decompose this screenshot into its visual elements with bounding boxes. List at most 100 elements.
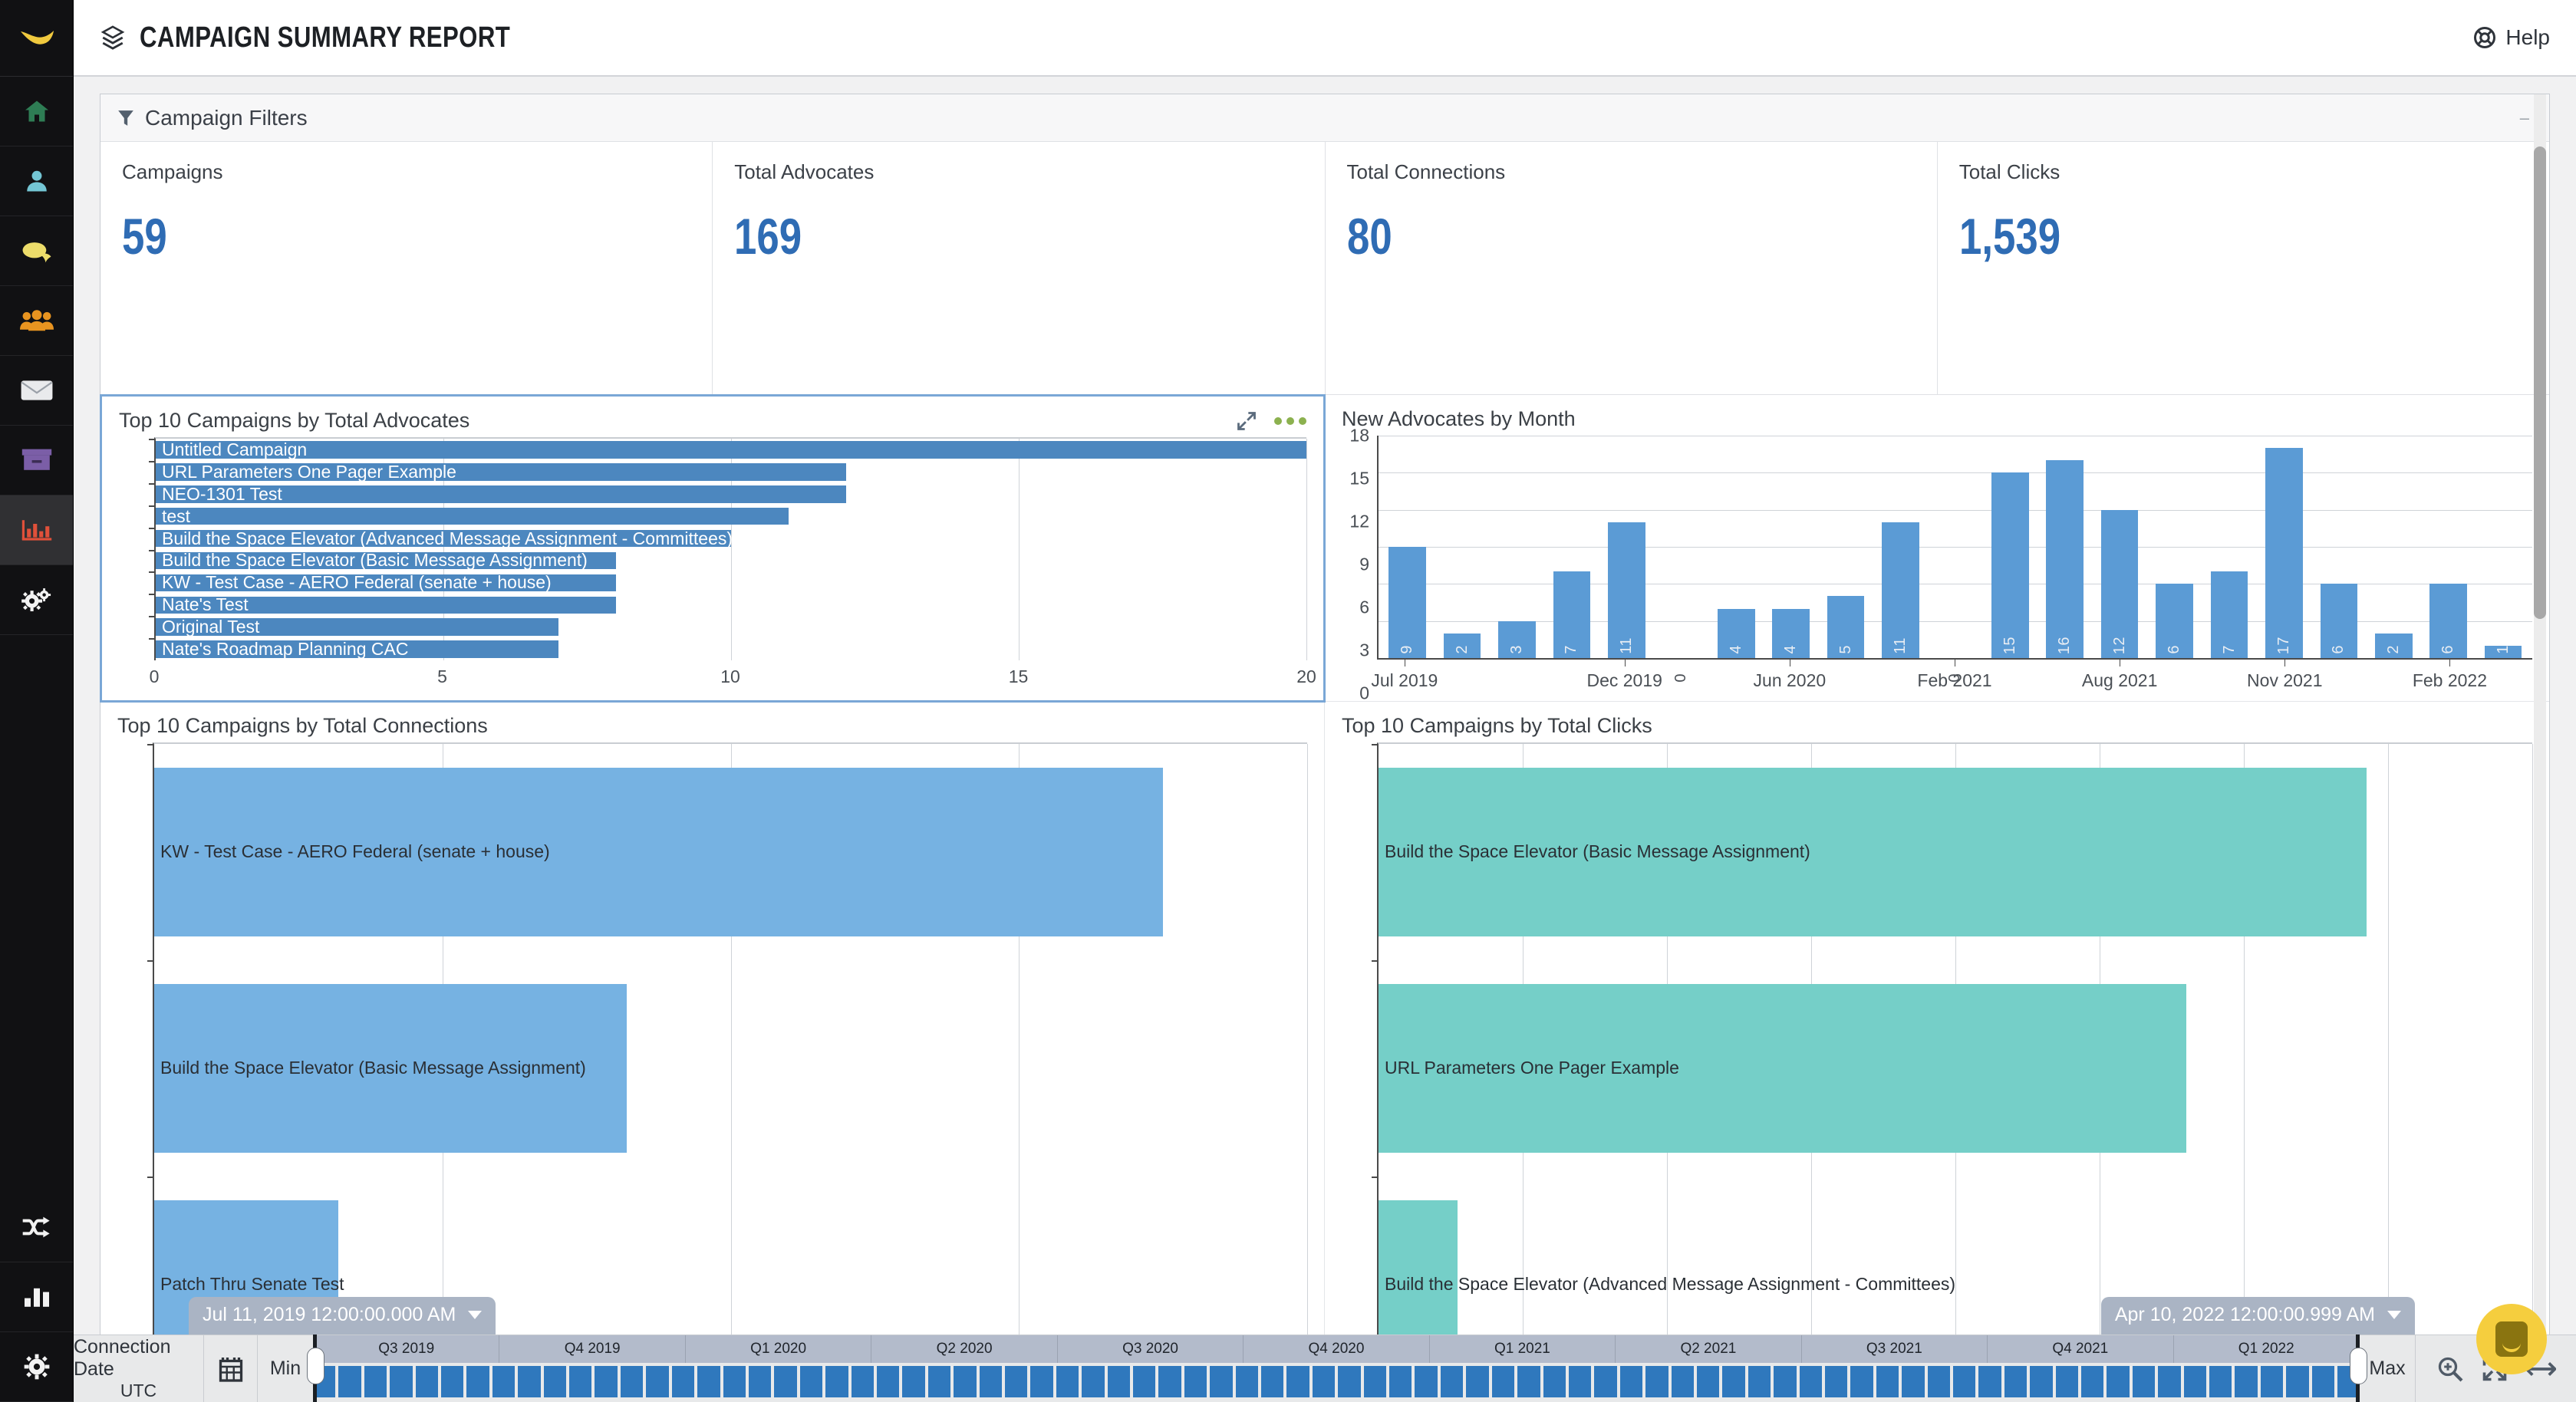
bar[interactable]: 9 [1388, 547, 1426, 658]
bar[interactable]: 16 [2046, 460, 2084, 658]
bar-row[interactable]: Build the Space Elevator (Basic Message … [1379, 744, 2532, 960]
bar[interactable]: 17 [2265, 448, 2303, 658]
bar-slot[interactable]: 2 [2367, 436, 2421, 658]
bar-slot[interactable]: 5 [1818, 436, 1873, 658]
sidebar-item-settings[interactable] [0, 1332, 73, 1402]
date-min-pill[interactable]: Jul 11, 2019 12:00:00.000 AM [189, 1297, 496, 1335]
date-slider-track[interactable]: Q3 2019Q4 2019Q1 2020Q2 2020Q3 2020Q4 20… [313, 1335, 2360, 1402]
bar[interactable]: Build the Space Elevator (Basic Message … [156, 552, 616, 570]
bar[interactable]: 1 [2485, 646, 2522, 658]
bar-slot[interactable]: 6 [2421, 436, 2476, 658]
bar-slot[interactable]: 17 [2257, 436, 2311, 658]
chat-launcher-button[interactable] [2476, 1304, 2547, 1374]
bar-row[interactable]: test [156, 505, 1306, 528]
bar[interactable]: 7 [2211, 571, 2248, 658]
bar-row[interactable]: Untitled Campaign [156, 439, 1306, 461]
sidebar-item-automation[interactable] [0, 565, 73, 635]
bar[interactable]: 11 [1608, 522, 1645, 658]
bar-slot[interactable]: 6 [2311, 436, 2366, 658]
bar[interactable]: Nate's Test [156, 597, 616, 614]
app-logo[interactable] [0, 0, 73, 77]
bar[interactable]: 2 [2375, 634, 2413, 658]
sidebar-item-reports[interactable] [0, 495, 73, 565]
bar-slot[interactable]: 6 [2147, 436, 2202, 658]
bar[interactable]: 6 [2321, 584, 2358, 658]
bar-row[interactable]: NEO-1301 Test [156, 483, 1306, 505]
bar[interactable]: 2 [1444, 634, 1481, 658]
bar[interactable]: 4 [1772, 609, 1810, 658]
bar[interactable]: 12 [2101, 510, 2139, 658]
bar-slot[interactable]: 4 [1709, 436, 1764, 658]
collapse-filters-button[interactable]: – [2520, 110, 2529, 127]
bar-slot[interactable]: 16 [2037, 436, 2092, 658]
bar-row[interactable]: Nate's Test [156, 594, 1306, 616]
bar[interactable]: 4 [1718, 609, 1755, 658]
bar[interactable]: Build the Space Elevator (Advanced Messa… [156, 530, 731, 548]
bar[interactable]: 3 [1498, 621, 1536, 658]
bar[interactable]: URL Parameters One Pager Example [156, 463, 846, 481]
campaign-filters-bar[interactable]: Campaign Filters – [100, 94, 2549, 142]
sidebar-item-analytics[interactable] [0, 1262, 73, 1332]
bar-slot[interactable]: 2 [1435, 436, 1489, 658]
vertical-scrollbar[interactable] [2534, 94, 2546, 1401]
kpi-card-campaigns[interactable]: Campaigns 59 [100, 142, 713, 394]
bar[interactable]: URL Parameters One Pager Example [1379, 984, 2186, 1153]
bar-row[interactable]: URL Parameters One Pager Example [1379, 960, 2532, 1177]
more-options-icon[interactable] [1274, 417, 1306, 425]
bar-slot[interactable]: 11 [1873, 436, 1928, 658]
panel-new-advocates-by-month[interactable]: New Advocates by Month 0369121518 923711… [1325, 395, 2549, 702]
scrollbar-thumb[interactable] [2534, 146, 2546, 619]
bar-slot[interactable]: 11 [1599, 436, 1654, 658]
sidebar-item-messages[interactable] [0, 216, 73, 286]
bar[interactable]: 11 [1882, 522, 1919, 658]
bar-slot[interactable]: 3 [1490, 436, 1544, 658]
bar[interactable]: test [156, 508, 789, 525]
sidebar-item-groups[interactable] [0, 286, 73, 356]
bar-row[interactable]: Nate's Roadmap Planning CAC [156, 638, 1306, 660]
sidebar-item-mail[interactable] [0, 356, 73, 426]
chevron-down-icon[interactable] [2387, 1311, 2401, 1319]
calendar-button[interactable] [204, 1335, 258, 1402]
bar-slot[interactable]: 7 [1544, 436, 1599, 658]
bar[interactable]: Build the Space Elevator (Basic Message … [1379, 768, 2367, 936]
date-range-handle-max[interactable] [2356, 1334, 2360, 1402]
date-max-pill[interactable]: Apr 10, 2022 12:00:00.999 AM [2101, 1297, 2415, 1335]
bar[interactable]: Build the Space Elevator (Basic Message … [154, 984, 627, 1153]
bar-slot[interactable]: 9 [1380, 436, 1435, 658]
magnifier-plus-icon[interactable] [2436, 1355, 2464, 1383]
bar[interactable]: KW - Test Case - AERO Federal (senate + … [156, 574, 616, 592]
bar[interactable]: Original Test [156, 618, 558, 636]
bar-row[interactable]: KW - Test Case - AERO Federal (senate + … [156, 571, 1306, 594]
bar-row[interactable]: Build the Space Elevator (Advanced Messa… [156, 528, 1306, 550]
bar[interactable]: Nate's Roadmap Planning CAC [156, 640, 558, 658]
kpi-card-total-connections[interactable]: Total Connections 80 [1326, 142, 1938, 394]
date-range-handle-min[interactable] [313, 1334, 317, 1402]
bar-row[interactable]: Original Test [156, 616, 1306, 638]
bar-slot[interactable]: 0 [1928, 436, 1982, 658]
bar[interactable]: 7 [1553, 571, 1591, 658]
sidebar-item-archive[interactable] [0, 426, 73, 495]
bar-slot[interactable]: 7 [2202, 436, 2256, 658]
help-button[interactable]: Help [2473, 25, 2550, 50]
bar-row[interactable]: Build the Space Elevator (Basic Message … [154, 960, 1307, 1177]
expand-arrows-icon[interactable] [1236, 410, 1257, 432]
sidebar-item-contacts[interactable] [0, 146, 73, 216]
bar[interactable]: 5 [1827, 596, 1865, 658]
chevron-down-icon[interactable] [468, 1311, 482, 1319]
sidebar-item-home[interactable] [0, 77, 73, 146]
bar[interactable]: 15 [1991, 472, 2029, 658]
panel-top-campaigns-by-advocates[interactable]: Top 10 Campaigns by Total Advocates [100, 394, 1326, 703]
kpi-card-total-clicks[interactable]: Total Clicks 1,539 [1938, 142, 2549, 394]
bar[interactable]: 6 [2429, 584, 2467, 658]
bar-slot[interactable]: 12 [2092, 436, 2146, 658]
bar-row[interactable]: URL Parameters One Pager Example [156, 461, 1306, 483]
bar-slot[interactable]: 4 [1764, 436, 1818, 658]
bar[interactable]: Untitled Campaign [156, 441, 1306, 459]
bar-row[interactable]: KW - Test Case - AERO Federal (senate + … [154, 744, 1307, 960]
bar[interactable]: 6 [2156, 584, 2193, 658]
sidebar-item-integrations[interactable] [0, 1193, 73, 1262]
bar-slot[interactable]: 0 [1654, 436, 1708, 658]
bar-slot[interactable]: 1 [2476, 436, 2530, 658]
kpi-card-total-advocates[interactable]: Total Advocates 169 [713, 142, 1325, 394]
bar-slot[interactable]: 15 [1983, 436, 2037, 658]
